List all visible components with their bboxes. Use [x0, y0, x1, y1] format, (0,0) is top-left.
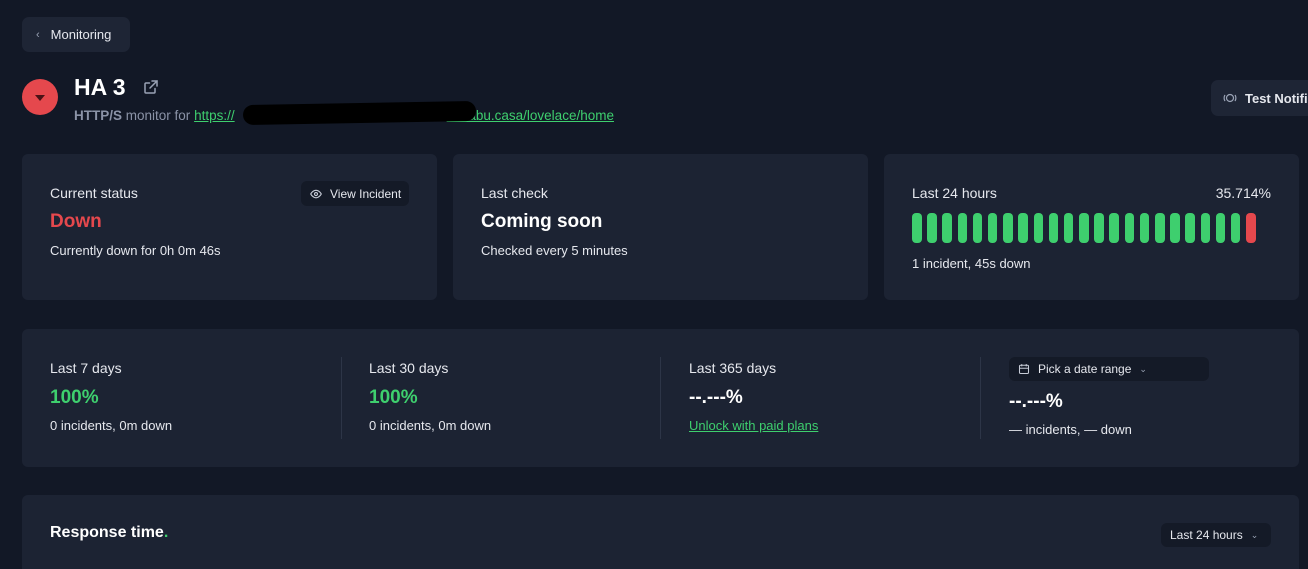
- uptime-bar-up[interactable]: [1033, 213, 1043, 243]
- monitor-for-text: monitor for: [125, 108, 191, 123]
- last-7-label: Last 7 days: [50, 360, 122, 376]
- uptime-bar-down[interactable]: [1246, 213, 1256, 243]
- last-30-label: Last 30 days: [369, 360, 449, 376]
- response-time-card: Response time. Last 24 hours ⌄: [22, 495, 1299, 569]
- uptime-bar-up[interactable]: [1094, 213, 1104, 243]
- last-30-detail: 0 incidents, 0m down: [369, 418, 492, 433]
- uptime-bar-up[interactable]: [1079, 213, 1089, 243]
- availability-card: Last 7 days 100% 0 incidents, 0m down La…: [22, 329, 1299, 467]
- last-check-card: Last check Coming soon Checked every 5 m…: [453, 154, 868, 300]
- uptime-bar-up[interactable]: [987, 213, 998, 243]
- test-notifications-label: Test Notifications: [1245, 90, 1308, 106]
- eye-icon: [310, 189, 322, 198]
- redaction-mark: [242, 100, 477, 126]
- uptime-bar-up[interactable]: [1185, 213, 1195, 243]
- uptime-bar-up[interactable]: [957, 213, 968, 243]
- custom-range-value: --.---%: [1009, 391, 1063, 412]
- status-down-indicator: [22, 79, 58, 115]
- view-incident-button[interactable]: View Incident: [301, 181, 409, 206]
- last-30-value: 100%: [369, 387, 418, 408]
- uptime-bar-up[interactable]: [1003, 213, 1013, 243]
- pick-date-range-label: Pick a date range: [1038, 362, 1132, 376]
- last-24h-percent: 35.714%: [1215, 185, 1271, 201]
- uptime-bars: [912, 213, 1256, 243]
- view-incident-label: View Incident: [330, 186, 402, 201]
- uptime-bar-up[interactable]: [1155, 213, 1165, 243]
- last-24h-label: Last 24 hours: [912, 185, 997, 201]
- current-status-detail: Currently down for 0h 0m 46s: [50, 243, 221, 258]
- response-range-select[interactable]: Last 24 hours ⌄: [1161, 523, 1271, 547]
- monitor-title: HA 3: [74, 74, 126, 100]
- bell-ring-icon: [1223, 93, 1237, 103]
- last-7-detail: 0 incidents, 0m down: [50, 418, 173, 433]
- uptime-bar-up[interactable]: [1063, 213, 1074, 243]
- chevron-down-icon: ⌄: [1250, 529, 1259, 540]
- external-link-icon[interactable]: [143, 79, 159, 95]
- back-to-monitoring-button[interactable]: ‹ Monitoring: [22, 17, 130, 52]
- uptime-bar-up[interactable]: [972, 213, 983, 243]
- last-7-value: 100%: [50, 387, 99, 408]
- uptime-bar-up[interactable]: [1200, 213, 1211, 243]
- uptime-bar-up[interactable]: [1018, 213, 1028, 243]
- custom-range-detail: — incidents, — down: [1009, 422, 1132, 437]
- last-365-value: --.---%: [689, 387, 743, 408]
- test-notifications-button[interactable]: Test Notifications: [1211, 80, 1308, 116]
- caret-down-icon: [35, 95, 45, 101]
- last-24h-detail: 1 incident, 45s down: [912, 256, 1031, 271]
- last-7-days-column: Last 7 days 100% 0 incidents, 0m down: [22, 329, 341, 467]
- last-30-days-column: Last 30 days 100% 0 incidents, 0m down: [341, 329, 660, 467]
- current-status-label: Current status: [50, 185, 138, 201]
- last-check-label: Last check: [481, 185, 548, 201]
- last-365-label: Last 365 days: [689, 360, 777, 376]
- monitor-protocol: HTTP/S: [74, 108, 123, 123]
- uptime-bar-up[interactable]: [942, 213, 952, 243]
- pick-date-range-button[interactable]: Pick a date range ⌄: [1009, 357, 1209, 381]
- uptime-bar-up[interactable]: [1109, 213, 1119, 243]
- uptime-bar-up[interactable]: [1230, 213, 1241, 243]
- response-range-label: Last 24 hours: [1170, 528, 1243, 542]
- current-status-card: Current status Down Currently down for 0…: [22, 154, 437, 300]
- uptime-bar-up[interactable]: [1170, 213, 1180, 243]
- last-24h-card: Last 24 hours 35.714% 1 incident, 45s do…: [884, 154, 1299, 300]
- uptime-bar-up[interactable]: [1048, 213, 1059, 243]
- uptime-bar-up[interactable]: [1215, 213, 1226, 243]
- calendar-icon: [1018, 364, 1030, 375]
- back-label: Monitoring: [50, 27, 112, 42]
- custom-range-column: Pick a date range ⌄ --.---% — incidents,…: [981, 329, 1299, 467]
- uptime-bar-up[interactable]: [1139, 213, 1150, 243]
- last-365-days-column: Last 365 days --.---% Unlock with paid p…: [661, 329, 980, 467]
- chevron-left-icon: ‹: [36, 28, 40, 41]
- chevron-down-icon: ⌄: [1139, 363, 1147, 374]
- uptime-bar-up[interactable]: [1124, 213, 1135, 243]
- uptime-bar-up[interactable]: [912, 213, 922, 243]
- current-status-value: Down: [50, 211, 102, 232]
- unlock-paid-plans-link[interactable]: Unlock with paid plans: [689, 418, 818, 433]
- response-time-title: Response time.: [50, 524, 169, 541]
- last-check-value: Coming soon: [481, 211, 603, 232]
- uptime-bar-up[interactable]: [927, 213, 937, 243]
- last-check-detail: Checked every 5 minutes: [481, 243, 628, 258]
